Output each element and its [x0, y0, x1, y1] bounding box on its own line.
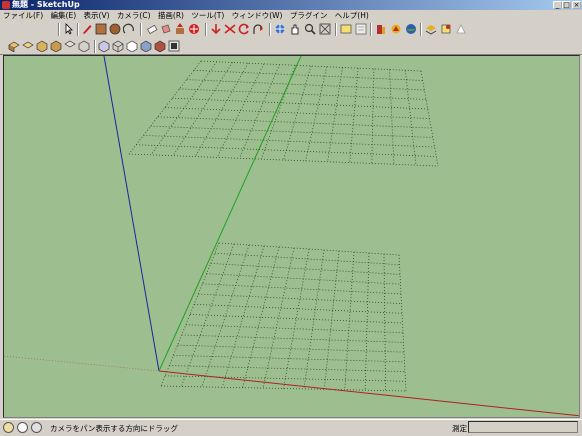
- lower-grid-row-line: [181, 334, 404, 343]
- maximize-button[interactable]: □: [562, 1, 571, 9]
- lower-grid-col-line: [201, 244, 250, 387]
- move-icon[interactable]: [188, 23, 200, 35]
- upper-grid-col-line: [305, 66, 328, 161]
- lower-grid-col-line: [323, 250, 340, 390]
- measurements-label: 測定: [452, 424, 467, 433]
- upper-grid-row-line: [136, 144, 437, 157]
- view-top-icon[interactable]: [22, 40, 34, 52]
- menu-view[interactable]: 表示(V): [84, 10, 110, 21]
- select-icon[interactable]: [63, 23, 75, 35]
- view-left-icon[interactable]: [78, 40, 90, 53]
- shaded-textures-icon[interactable]: [154, 40, 166, 53]
- upper-grid-col-line: [238, 64, 280, 159]
- upper-grid-row-line: [179, 88, 427, 100]
- menu-help[interactable]: ヘルプ(H): [335, 10, 369, 21]
- geo-location-icon[interactable]: [3, 422, 14, 433]
- view-front-icon[interactable]: [36, 40, 48, 53]
- toolbar-separator: [205, 23, 207, 36]
- credits-icon[interactable]: [17, 422, 28, 433]
- view-iso-icon[interactable]: [8, 40, 20, 53]
- toolbar-separator: [94, 40, 96, 53]
- menu-camera[interactable]: カメラ(C): [117, 10, 151, 21]
- pan-icon[interactable]: [289, 23, 301, 35]
- lower-grid-col-line: [221, 245, 265, 388]
- toolbar-separator: [58, 23, 60, 36]
- title-bar: 無題 - SketchUp _ □ ×: [0, 0, 582, 10]
- menu-file[interactable]: ファイル(F): [3, 10, 43, 21]
- view-back-icon[interactable]: [64, 40, 76, 52]
- help-icon[interactable]: [31, 422, 42, 433]
- drawing-viewport[interactable]: [3, 55, 580, 418]
- photo-textures-icon[interactable]: [405, 23, 417, 35]
- lower-grid-row-line: [177, 344, 405, 353]
- view-right-icon[interactable]: [50, 40, 62, 53]
- measurements-input[interactable]: [468, 421, 578, 433]
- toolbar-separator: [77, 23, 79, 36]
- toolbar-separator: [335, 23, 337, 36]
- lower-grid-row-line: [214, 252, 400, 266]
- upper-grid-row-line: [157, 116, 432, 129]
- eraser-icon[interactable]: [146, 23, 158, 35]
- rectangle-icon[interactable]: [95, 23, 107, 35]
- menu-plugins[interactable]: プラグイン: [290, 10, 328, 21]
- wireframe-icon[interactable]: [112, 40, 124, 53]
- monochrome-icon[interactable]: [168, 40, 180, 52]
- pencil-icon[interactable]: [81, 23, 93, 35]
- lower-grid-row-line: [210, 263, 401, 275]
- zoom-icon[interactable]: [304, 23, 316, 35]
- green-axis: [158, 56, 302, 372]
- minimize-button[interactable]: _: [553, 1, 562, 9]
- red-axis-negative: [4, 355, 160, 372]
- views-toolbar: [0, 38, 582, 55]
- lower-grid-col-line: [242, 246, 280, 388]
- get-models-icon[interactable]: [375, 23, 387, 35]
- main-toolbar: [0, 21, 582, 39]
- toolbar-separator: [420, 23, 422, 36]
- follow-me-icon[interactable]: [224, 23, 236, 35]
- materials-icon[interactable]: [455, 23, 467, 35]
- menu-draw[interactable]: 描画(R): [158, 10, 184, 21]
- layers-icon[interactable]: [425, 23, 437, 35]
- components-icon[interactable]: [340, 23, 352, 35]
- lower-grid-row-line: [202, 283, 402, 295]
- arc-icon[interactable]: [122, 23, 135, 35]
- outliner-icon[interactable]: [440, 23, 452, 35]
- lower-grid-row-line: [198, 293, 402, 304]
- lower-grid-row-line: [189, 314, 403, 324]
- status-hint: カメラをパン表示する方向にドラッグ: [50, 424, 178, 433]
- push-pull-icon[interactable]: [174, 23, 186, 35]
- lower-grid-col-line: [262, 247, 295, 389]
- sketchup-app-icon: [2, 1, 10, 9]
- scale-icon[interactable]: [238, 23, 250, 35]
- menu-edit[interactable]: 編集(E): [51, 10, 77, 21]
- section-icon[interactable]: [355, 23, 367, 35]
- menu-bar: ファイル(F) 編集(E) 表示(V) カメラ(C) 描画(R) ツール(T) …: [0, 10, 582, 21]
- window-title: 無題 - SketchUp: [12, 0, 80, 9]
- upper-grid-col-line: [172, 62, 233, 156]
- xray-icon[interactable]: [98, 40, 110, 53]
- rotate-icon[interactable]: [210, 23, 222, 35]
- toolbar-separator: [140, 23, 142, 36]
- close-button[interactable]: ×: [572, 1, 581, 9]
- shaded-icon[interactable]: [140, 40, 152, 53]
- red-axis: [158, 370, 579, 417]
- menu-tools[interactable]: ツール(T): [191, 10, 224, 21]
- toolbar-separator: [370, 23, 372, 36]
- circle-icon[interactable]: [109, 23, 121, 35]
- blue-axis: [103, 56, 160, 372]
- lower-grid-col-line: [283, 248, 310, 389]
- toolbar-separator: [269, 23, 271, 36]
- upper-grid-row-line: [150, 125, 433, 138]
- menu-window[interactable]: ウィンドウ(W): [232, 10, 283, 21]
- upper-grid-col-line: [194, 62, 249, 157]
- scene-canvas[interactable]: [4, 56, 580, 418]
- hidden-line-icon[interactable]: [126, 40, 138, 53]
- paint-bucket-icon[interactable]: [160, 23, 172, 35]
- status-bar: カメラをパン表示する方向にドラッグ 測定: [0, 419, 582, 436]
- orbit-icon[interactable]: [274, 23, 286, 35]
- offset-icon[interactable]: [252, 23, 264, 35]
- share-model-icon[interactable]: [390, 23, 402, 35]
- zoom-extents-icon[interactable]: [319, 23, 331, 35]
